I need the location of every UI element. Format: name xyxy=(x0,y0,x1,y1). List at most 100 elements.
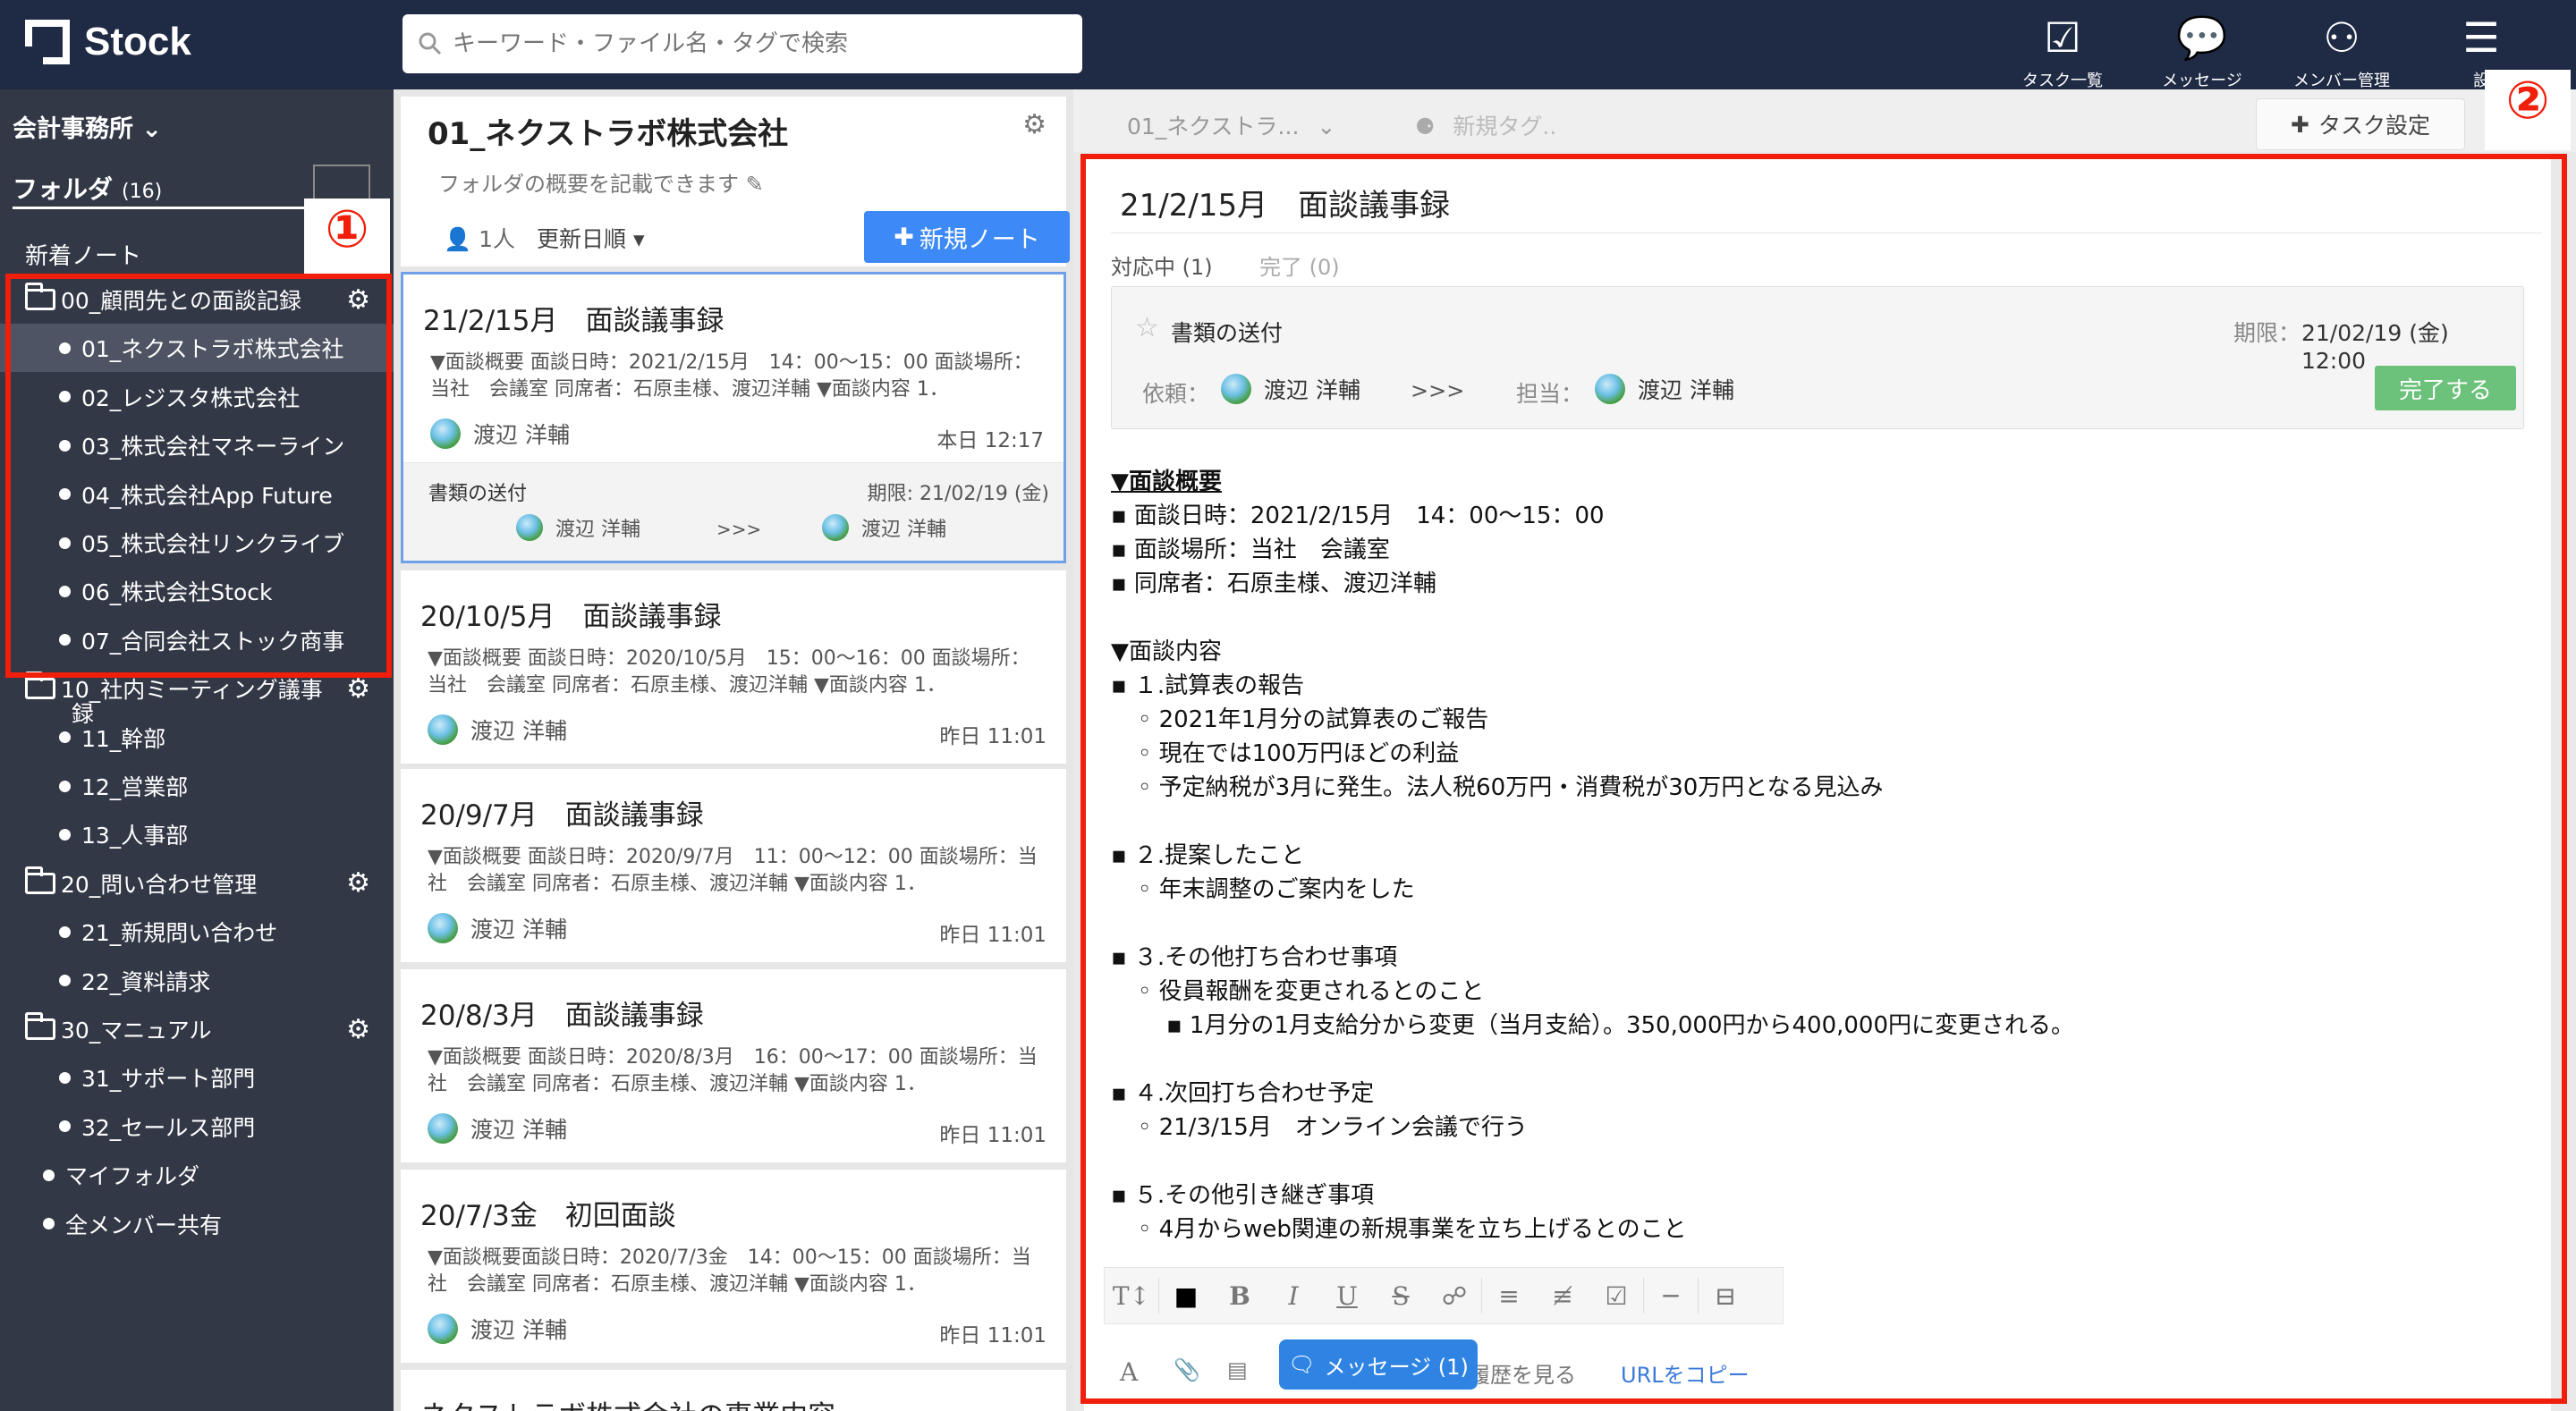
search-bar[interactable] xyxy=(402,14,1082,73)
sidebar-item-label: 31_サポート部門 xyxy=(81,1066,256,1093)
bullet-icon xyxy=(59,1071,71,1084)
sidebar-item[interactable]: 30_マニュアル ⚙ xyxy=(0,1005,394,1053)
sidebar-item-label: マイフォルダ xyxy=(65,1163,200,1190)
note-card[interactable]: 20/9/7月 面談議事録 ▼面談概要 面談日時：2020/9/7月 11：00〜… xyxy=(401,769,1066,962)
app-name: Stock xyxy=(84,20,191,63)
note-card[interactable]: 20/7/3金 初回面談 ▼面談概要面談日時：2020/7/3金 14：00〜15… xyxy=(401,1170,1066,1363)
sidebar-item[interactable]: 11_幹部 xyxy=(0,714,394,762)
note-card-time: 本日 12:17 xyxy=(936,429,1044,452)
folder-count: (16) xyxy=(122,181,163,203)
task-due: 期限: 21/02/19 (金) xyxy=(867,483,1049,505)
sidebar-item-label: 12_営業部 xyxy=(81,774,189,800)
note-card-author: 渡辺 洋輔 xyxy=(428,1313,567,1345)
nav-messages[interactable]: 💬 メッセージ xyxy=(2140,13,2265,91)
annotation-box-1 xyxy=(5,274,392,678)
gear-icon[interactable]: ⚙ xyxy=(346,1014,370,1045)
sidebar-item[interactable]: 32_セールス部門 xyxy=(0,1103,394,1151)
avatar xyxy=(428,913,458,943)
annotation-label-2: ② xyxy=(2485,70,2571,150)
note-card-title: 20/8/3月 面談議事録 xyxy=(420,1000,704,1032)
nav-members[interactable]: ⚇ メンバー管理 xyxy=(2279,13,2404,91)
task-setting-button[interactable]: ✚ タスク設定 xyxy=(2256,98,2465,150)
gear-icon[interactable]: ⚙ xyxy=(346,867,370,899)
menu-icon: ☰ xyxy=(2462,13,2500,62)
new-notes-link[interactable]: 新着ノート xyxy=(25,238,141,271)
folder-title: 01_ネクストラボ株式会社 xyxy=(428,116,789,152)
avatar xyxy=(428,1314,458,1344)
members-icon: ⚇ xyxy=(2323,13,2360,62)
sidebar-item[interactable]: 20_問い合わせ管理 ⚙ xyxy=(0,859,394,908)
note-card-task[interactable]: 書類の送付 期限: 21/02/19 (金) 渡辺 洋輔 >>> 渡辺 洋輔 xyxy=(403,462,1063,561)
note-card-author: 渡辺 洋輔 xyxy=(430,418,570,450)
note-card[interactable]: ネクストラボ株式会社の事業内容 xyxy=(401,1370,1066,1411)
caret-down-icon: ▾ xyxy=(632,226,645,252)
breadcrumb[interactable]: 01_ネクストラ... ⌄ xyxy=(1127,109,1335,141)
task-from: 渡辺 洋輔 xyxy=(516,513,640,542)
folder-header: 01_ネクストラボ株式会社 ⚙ フォルダの概要を記載できます ✎ 👤 1人 更新… xyxy=(401,97,1070,266)
note-card-title: 21/2/15月 面談議事録 xyxy=(423,305,724,337)
note-card-author: 渡辺 洋輔 xyxy=(428,1112,567,1145)
sidebar-item[interactable]: 13_人事部 xyxy=(0,810,394,858)
note-card-author: 渡辺 洋輔 xyxy=(428,714,567,746)
office-selector[interactable]: 会計事務所 ⌄ xyxy=(13,109,162,144)
note-card-time: 昨日 11:01 xyxy=(939,725,1046,748)
sidebar-item-label: 32_セールス部門 xyxy=(81,1114,256,1141)
sidebar-item[interactable]: 31_サポート部門 xyxy=(0,1053,394,1102)
note-card-title: 20/9/7月 面談議事録 xyxy=(420,799,704,832)
annotation-label-1: ① xyxy=(304,199,390,274)
plus-icon: ✚ xyxy=(894,223,914,251)
chevron-down-icon: ⌄ xyxy=(1317,114,1336,139)
plus-icon: ✚ xyxy=(2291,111,2309,138)
sidebar-item[interactable]: 12_営業部 xyxy=(0,762,394,810)
sidebar-item[interactable]: 21_新規問い合わせ xyxy=(0,908,394,956)
member-count[interactable]: 👤 1人 xyxy=(444,222,515,254)
task-to: 渡辺 洋輔 xyxy=(822,513,946,542)
sidebar-item-label: 13_人事部 xyxy=(81,823,189,849)
note-card-excerpt: ▼面談概要 面談日時：2021/2/15月 14：00〜15：00 面談場所：当… xyxy=(430,351,1033,401)
sort-dropdown[interactable]: 更新日順 ▾ xyxy=(537,222,645,254)
sidebar-item[interactable]: 全メンバー共有 xyxy=(0,1200,394,1248)
person-icon: 👤 xyxy=(444,226,472,252)
bullet-icon xyxy=(43,1218,55,1230)
sidebar-item-label: 30_マニュアル xyxy=(61,1018,212,1043)
avatar xyxy=(516,514,543,541)
note-card[interactable]: 20/8/3月 面談議事録 ▼面談概要 面談日時：2020/8/3月 16：00〜… xyxy=(401,969,1066,1162)
sidebar-item[interactable]: マイフォルダ xyxy=(0,1151,394,1199)
bullet-icon xyxy=(43,1169,55,1181)
stock-logo[interactable]: Stock xyxy=(25,20,191,64)
sidebar-item-label: 22_資料請求 xyxy=(81,968,211,995)
bullet-icon xyxy=(59,975,71,987)
tag-icon: ⚈ xyxy=(1415,114,1436,139)
note-card[interactable]: 20/10/5月 面談議事録 ▼面談概要 面談日時：2020/10/5月 15：0… xyxy=(401,570,1066,764)
top-bar: Stock ☑ タスク一覧 💬 メッセージ ⚇ メンバー管理 ☰ 設 xyxy=(0,0,2576,91)
sidebar-item[interactable]: 22_資料請求 xyxy=(0,957,394,1005)
bullet-icon xyxy=(59,780,71,792)
detail-toolbar: 01_ネクストラ... ⌄ ⚈ 新規タグ.. ✚ タスク設定 xyxy=(1073,89,2576,152)
bullet-icon xyxy=(59,828,71,841)
note-card-time: 昨日 11:01 xyxy=(939,1124,1046,1147)
note-card-excerpt: ▼面談概要 面談日時：2020/10/5月 15：00〜16：00 面談場所：当… xyxy=(428,647,1030,697)
note-card-excerpt: ▼面談概要 面談日時：2020/8/3月 16：00〜17：00 面談場所：当社… xyxy=(428,1046,1038,1095)
speech-bubble-icon: 💬 xyxy=(2176,13,2228,62)
sidebar-item-label: 21_新規問い合わせ xyxy=(81,920,278,947)
note-card-time: 昨日 11:01 xyxy=(939,1324,1046,1348)
note-card[interactable]: 21/2/15月 面談議事録 ▼面談概要 面談日時：2021/2/15月 14：0… xyxy=(401,272,1066,563)
nav-task-list[interactable]: ☑ タスク一覧 xyxy=(2000,13,2125,91)
note-card-title: ネクストラボ株式会社の事業内容 xyxy=(420,1393,835,1411)
avatar xyxy=(428,1113,458,1144)
task-check-icon: ☑ xyxy=(2044,13,2081,62)
new-note-button[interactable]: ✚ 新規ノート xyxy=(864,211,1070,263)
bullet-icon xyxy=(59,731,71,744)
folder-description[interactable]: フォルダの概要を記載できます ✎ xyxy=(438,166,764,198)
annotation-box-2 xyxy=(1080,154,2567,1404)
note-card-excerpt: ▼面談概要 面談日時：2020/9/7月 11：00〜12：00 面談場所：当社… xyxy=(428,846,1038,895)
search-input[interactable] xyxy=(453,30,1043,57)
folder-toggle[interactable] xyxy=(313,165,370,202)
tag-input[interactable]: ⚈ 新規タグ.. xyxy=(1415,109,1556,141)
pencil-icon[interactable]: ✎ xyxy=(746,172,764,197)
arrow-text: >>> xyxy=(716,519,762,540)
bullet-icon xyxy=(59,925,71,938)
note-card-title: 20/10/5月 面談議事録 xyxy=(420,601,722,633)
note-card-author: 渡辺 洋輔 xyxy=(428,912,567,944)
folder-gear-icon[interactable]: ⚙ xyxy=(1022,109,1046,140)
